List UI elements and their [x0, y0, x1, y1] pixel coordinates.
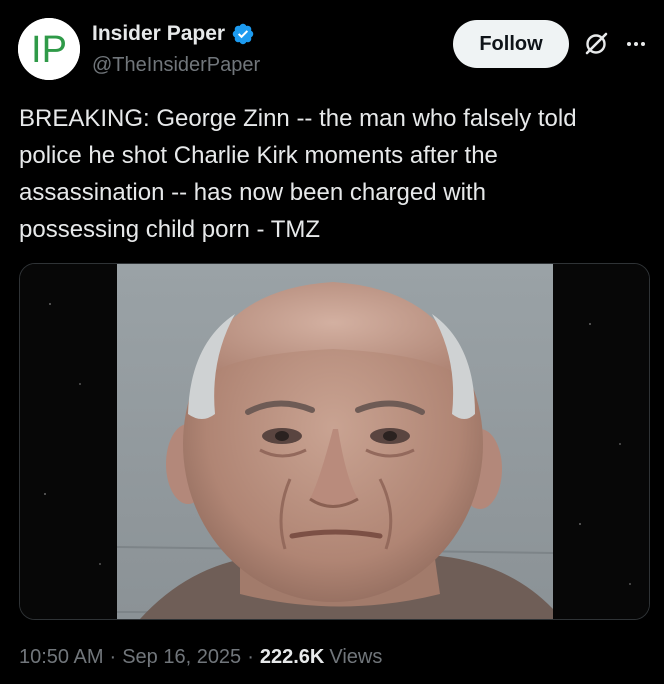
tweet-photo[interactable]	[19, 263, 650, 620]
name-row: Insider Paper	[92, 22, 255, 46]
avatar-logo: IP	[18, 18, 80, 80]
more-options-icon[interactable]	[622, 30, 650, 58]
tweet-date[interactable]: Sep 16, 2025	[122, 646, 241, 669]
follow-button[interactable]: Follow	[453, 20, 569, 68]
svg-text:IP: IP	[31, 29, 67, 71]
views-count: 222.6K	[259, 646, 325, 668]
mugshot-photo	[20, 264, 649, 619]
tweet-text: BREAKING: George Zinn -- the man who fal…	[19, 105, 577, 243]
separator-dot: ·	[247, 646, 254, 668]
views-label: Views	[329, 646, 383, 668]
verified-badge-icon	[232, 23, 254, 45]
avatar[interactable]: IP	[18, 18, 80, 80]
handle[interactable]: @TheInsiderPaper	[92, 54, 260, 77]
tweet-meta: 10:50 AM · Sep 16, 2025 · 222.6K Views	[19, 646, 382, 669]
grok-icon[interactable]	[582, 30, 610, 58]
separator-dot: ·	[109, 646, 117, 668]
tweet-card: IP Insider Paper @TheInsiderPaper Follow…	[0, 0, 664, 684]
tweet-time[interactable]: 10:50 AM	[19, 646, 104, 669]
display-name[interactable]: Insider Paper	[92, 22, 225, 46]
